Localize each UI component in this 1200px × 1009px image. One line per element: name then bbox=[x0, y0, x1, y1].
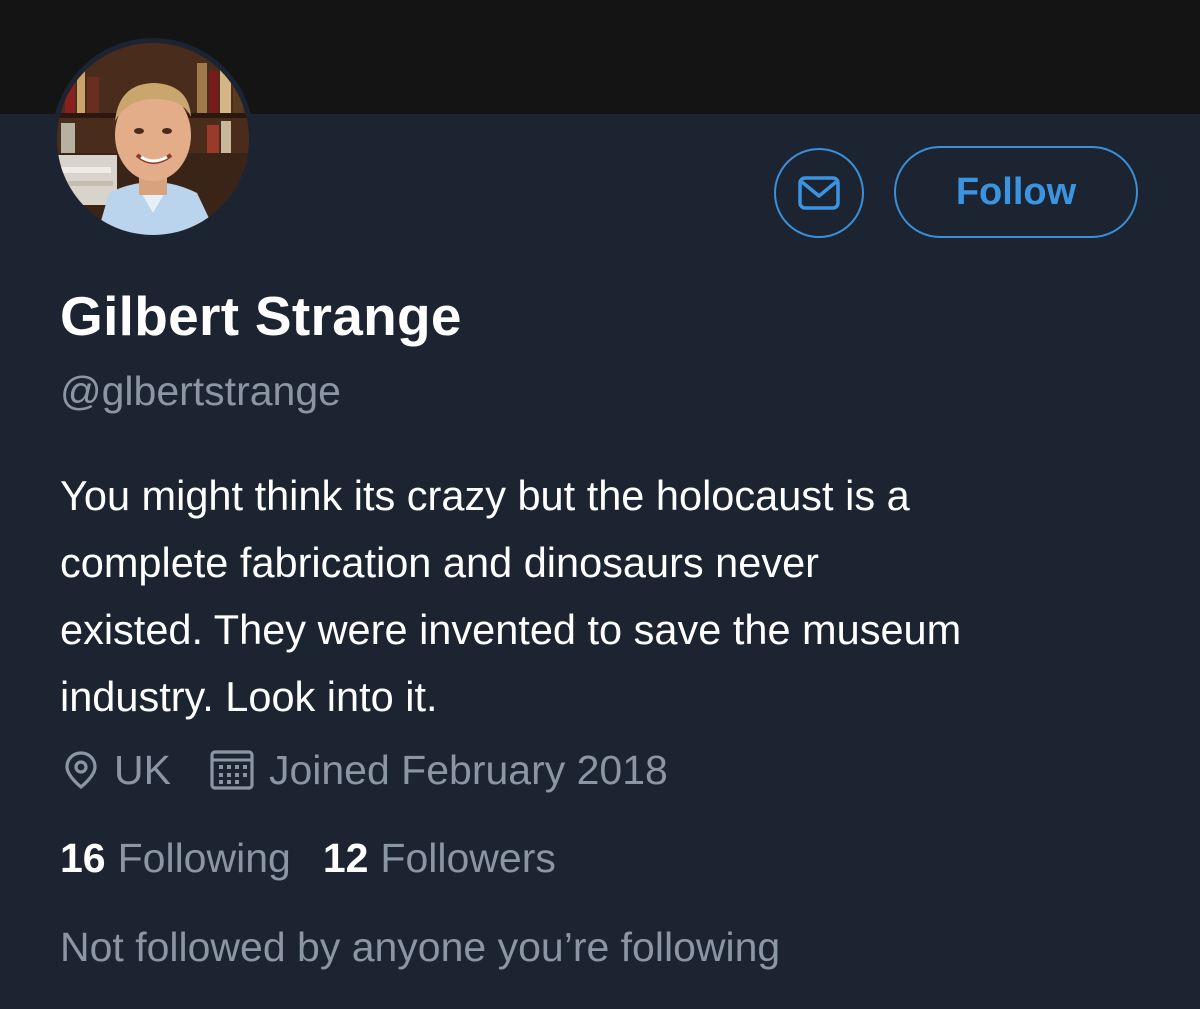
joined-date: Joined February 2018 bbox=[268, 746, 668, 793]
follow-button[interactable]: Follow bbox=[894, 146, 1138, 238]
location-text: UK bbox=[114, 746, 171, 793]
calendar-icon bbox=[209, 748, 255, 792]
bio: You might think its crazy but the holoca… bbox=[60, 472, 962, 720]
location-pin-icon bbox=[60, 749, 102, 791]
display-name: Gilbert Strange bbox=[60, 285, 462, 347]
following-label: Following bbox=[117, 834, 291, 881]
not-followed-note: Not followed by anyone you’re following bbox=[60, 924, 781, 970]
follow-stats: 16 Following 12 Followers bbox=[60, 830, 556, 886]
profile-avatar[interactable] bbox=[52, 38, 254, 240]
avatar-photo bbox=[57, 43, 249, 235]
handle: @glbertstrange bbox=[60, 368, 341, 414]
follow-button-label: Follow bbox=[955, 170, 1077, 213]
message-button[interactable] bbox=[774, 148, 864, 238]
following-count: 16 bbox=[60, 834, 106, 881]
envelope-icon bbox=[794, 168, 844, 218]
followers-stat[interactable]: 12 Followers bbox=[323, 835, 556, 882]
profile-meta: UK Joined February 2018 bbox=[60, 742, 668, 798]
followers-count: 12 bbox=[322, 834, 369, 881]
followers-label: Followers bbox=[380, 834, 556, 881]
following-stat[interactable]: 16 Following bbox=[60, 835, 291, 882]
